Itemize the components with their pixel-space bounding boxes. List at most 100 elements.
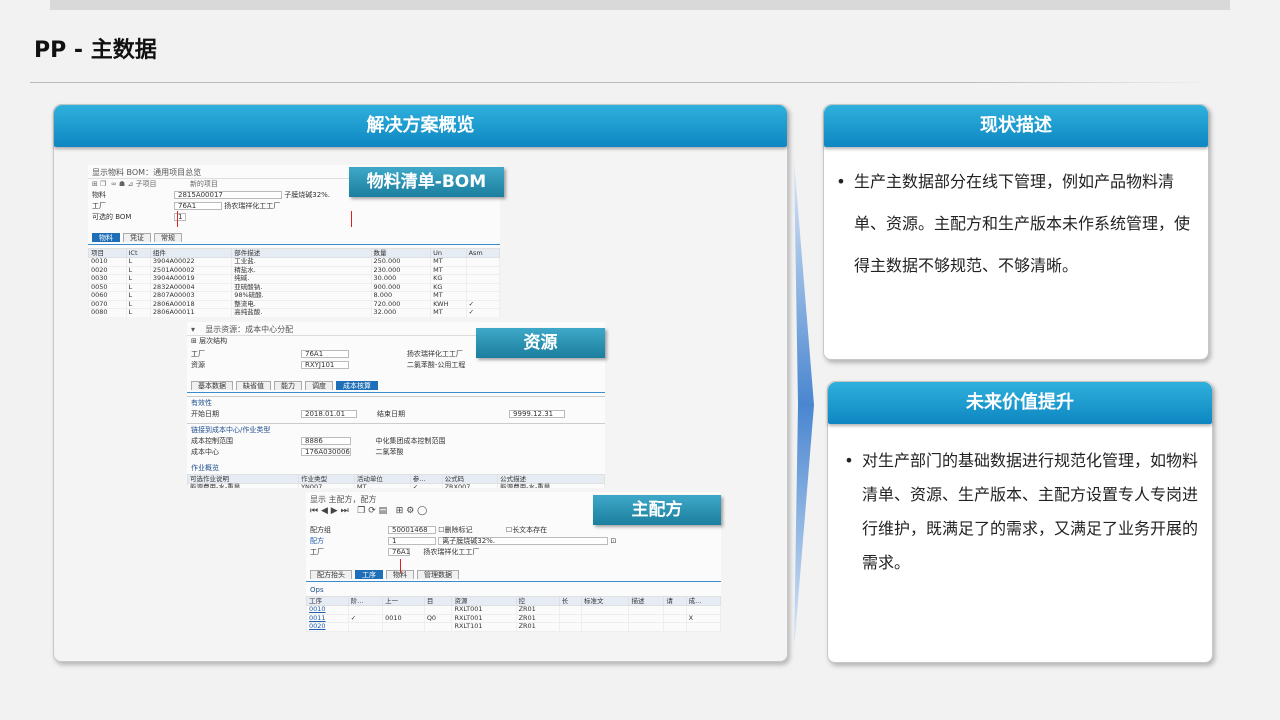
tab-admin-data[interactable]: 管理数据 bbox=[417, 570, 459, 579]
rec-plant-row: 工厂 76A1 扬农瑞祥化工工厂 bbox=[306, 547, 721, 558]
table-cell bbox=[558, 622, 582, 632]
table-cell bbox=[628, 630, 665, 632]
refresh-icon[interactable]: ⟳ bbox=[368, 506, 376, 516]
material-desc: 子膜烧碱32%. bbox=[284, 191, 331, 199]
table-cell: 0020 bbox=[382, 630, 425, 632]
hat-icon: ☗ bbox=[118, 180, 126, 188]
tab-operations[interactable]: 工序 bbox=[355, 570, 383, 579]
rec-plant-label: 工厂 bbox=[310, 548, 324, 556]
recipe-toolbar-title: 显示 主配方，配方 bbox=[310, 495, 377, 504]
red-marker-line bbox=[177, 211, 178, 227]
table-cell: 0010 bbox=[382, 613, 425, 623]
table-row[interactable]: 0020 RXLT101 ZR01 bbox=[306, 622, 721, 632]
menu-dropdown-icon[interactable]: ▾ bbox=[191, 325, 195, 334]
table-cell bbox=[580, 605, 630, 615]
doc-icon[interactable]: ▤ bbox=[379, 506, 388, 516]
tab-defaults[interactable]: 缺省值 bbox=[236, 381, 271, 390]
last-icon[interactable]: ⏭ bbox=[341, 506, 349, 516]
coarea-field[interactable]: 8886 bbox=[301, 437, 351, 445]
validity-row: 开始日期 2018.01.01 结束日期 9999.12.31 bbox=[187, 409, 605, 420]
table-cell bbox=[580, 622, 630, 632]
copy-icon[interactable]: ❐ bbox=[357, 506, 365, 516]
table-cell: 98%硫酸. bbox=[231, 291, 372, 301]
rec-plant-field[interactable]: 76A1 bbox=[388, 548, 410, 556]
tab-general[interactable]: 常规 bbox=[154, 233, 182, 242]
table-cell: ZR01 bbox=[515, 605, 560, 615]
tab-capacity[interactable]: 能力 bbox=[274, 381, 302, 390]
recipe-group-field[interactable]: 50001468 bbox=[388, 526, 436, 534]
lookup-icon[interactable]: ⊡ bbox=[610, 537, 616, 545]
link-section-title: 链接到成本中心/作业类型 bbox=[187, 423, 605, 436]
table-cell: 32.000 bbox=[370, 308, 432, 317]
table-cell: L bbox=[125, 257, 151, 267]
table-row[interactable]: 能源费用-水-重量 YN007 MT ✓ ZRX007 能源费用-水-重量 bbox=[187, 483, 605, 488]
table-cell bbox=[558, 630, 582, 632]
res-resource-field[interactable]: RXYJ101 bbox=[301, 361, 349, 369]
circle-icon[interactable]: ◯ bbox=[417, 506, 427, 516]
costcenter-label: 成本中心 bbox=[191, 448, 219, 456]
table-cell: 0060 bbox=[88, 291, 127, 301]
status-text: 生产主数据部分在线下管理，例如产品物料清单、资源。主配方和生产版本未作系统管理，… bbox=[854, 172, 1191, 275]
costcenter-field[interactable]: 176A030006 bbox=[301, 448, 351, 456]
table-cell: Q0 bbox=[423, 630, 453, 632]
table-cell: 0030 bbox=[88, 274, 127, 284]
table-row[interactable]: 0080 L 2806A00011 高纯盐酸. 32.000 MT ✓ bbox=[88, 308, 500, 317]
table-cell bbox=[685, 622, 721, 632]
table-row[interactable]: 0021✓0020Q0RXLT101ZR01 X bbox=[306, 630, 721, 632]
table-cell bbox=[685, 605, 721, 615]
table-row[interactable]: 0060 L 2807A00003 98%硫酸. 8.000 MT bbox=[88, 291, 500, 301]
tab-material[interactable]: 物料 bbox=[92, 233, 120, 242]
tab-recipe-header[interactable]: 配方抬头 bbox=[310, 570, 352, 579]
tab-costing[interactable]: 成本核算 bbox=[336, 381, 378, 390]
settings-icon[interactable]: ⚙ bbox=[406, 506, 414, 516]
plant-field[interactable]: 76A1 bbox=[174, 202, 222, 210]
longtext-label: 长文本存在 bbox=[512, 526, 548, 534]
recipe-desc-field[interactable]: 离子膜烧碱32%. bbox=[438, 537, 609, 545]
start-date-field[interactable]: 2018.01.01 bbox=[301, 410, 357, 418]
table-cell bbox=[465, 257, 500, 267]
next-icon[interactable]: ▶ bbox=[331, 506, 338, 516]
table-cell bbox=[465, 274, 500, 284]
tab-basic-data[interactable]: 基本数据 bbox=[191, 381, 233, 390]
material-field[interactable]: 2815A00017 bbox=[174, 191, 282, 199]
table-cell: 3904A00022 bbox=[149, 257, 233, 267]
bullet-icon: • bbox=[844, 451, 854, 470]
table-row[interactable]: 0010 L 3904A00022 工业盐. 250.000 MT bbox=[88, 257, 500, 267]
tab-document[interactable]: 凭证 bbox=[123, 233, 151, 242]
tab-scheduling[interactable]: 调度 bbox=[305, 381, 333, 390]
list-item: • 对生产部门的基础数据进行规范化管理，如物料清单、资源、生产版本、主配方设置专… bbox=[828, 444, 1198, 580]
table-row[interactable]: 0011 ✓ 0010 Q0 RXLT001 ZR01 X bbox=[306, 613, 721, 623]
res-plant-field[interactable]: 76A1 bbox=[301, 350, 349, 358]
table-cell bbox=[465, 265, 500, 275]
table-cell: RXLT001 bbox=[451, 605, 517, 615]
new-item-label: 新的项目 bbox=[189, 180, 218, 188]
validity-section-title: 有效性 bbox=[187, 396, 605, 409]
table-row[interactable]: 0010 RXLT001 ZR01 bbox=[306, 605, 721, 615]
end-date-field[interactable]: 9999.12.31 bbox=[509, 410, 566, 418]
bom-tabs: 物料 凭证 常规 bbox=[88, 231, 500, 245]
table-cell bbox=[423, 605, 453, 615]
subitem-label: 子项目 bbox=[135, 180, 157, 188]
resource-tabs: 基本数据 缺省值 能力 调度 成本核算 bbox=[187, 379, 605, 393]
hierarchy-button[interactable]: 层次结构 bbox=[199, 337, 227, 345]
table-cell: 精盐水. bbox=[231, 265, 372, 275]
prev-icon[interactable]: ◀ bbox=[321, 506, 328, 516]
table-cell bbox=[580, 613, 630, 623]
recipe-field[interactable]: 1 bbox=[388, 537, 436, 545]
recipe-tabs: 配方抬头 工序 物料 管理数据 bbox=[306, 568, 721, 582]
top-bar bbox=[50, 0, 1230, 10]
alt-bom-field[interactable]: 1 bbox=[174, 213, 186, 221]
table-row[interactable]: 0030 L 3904A00019 纯碱. 30.000 KG bbox=[88, 274, 500, 284]
col-phase: 阶... bbox=[347, 596, 384, 606]
first-icon[interactable]: ⏮ bbox=[310, 506, 318, 516]
table-cell bbox=[663, 613, 687, 623]
costcenter-desc: 二氯苯酸 bbox=[375, 448, 404, 456]
table-cell: YN007 bbox=[298, 483, 355, 488]
res-plant-label: 工厂 bbox=[191, 350, 205, 358]
costcenter-row: 成本中心 176A030006 二氯苯酸 bbox=[187, 447, 605, 458]
table-cell: ZR01 bbox=[515, 630, 560, 632]
table-cell: ZRX007 bbox=[441, 483, 499, 488]
tree-icon[interactable]: ⊞ bbox=[396, 506, 404, 516]
coarea-label: 成本控制范围 bbox=[191, 437, 233, 445]
ops-title: Ops bbox=[310, 586, 324, 594]
